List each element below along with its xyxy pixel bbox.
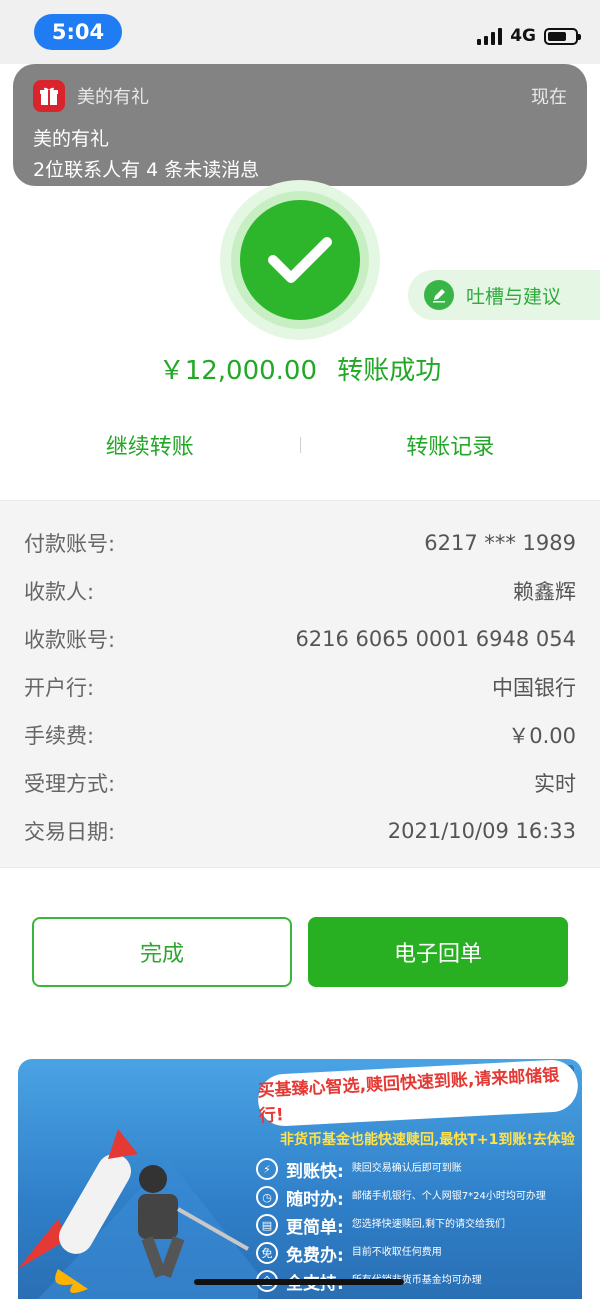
ad-feature-desc: 目前不收取任何费用 [351, 1247, 442, 1258]
detail-label: 收款账号: [24, 628, 116, 652]
detail-value: 2021/10/09 16:33 [387, 819, 576, 843]
ad-feature-title: 到账快: [286, 1161, 344, 1182]
feedback-button[interactable]: 吐槽与建议 [408, 270, 600, 320]
notification-title: 美的有礼 [33, 128, 110, 150]
ad-feature: 免 免费办: 目前不收取任何费用 [256, 1239, 576, 1267]
detail-label: 交易日期: [24, 820, 116, 844]
rocket-illustration [18, 1129, 258, 1299]
detail-row-date: 交易日期: 2021/10/09 16:33 [24, 807, 576, 855]
detail-row-method: 受理方式: 实时 [24, 759, 576, 807]
ad-features: ⚡ 到账快: 赎回交易确认后即可到账 ◷ 随时办: 邮储手机银行、个人网银7*2… [256, 1155, 576, 1295]
home-indicator[interactable] [194, 1279, 404, 1285]
document-icon: ▤ [256, 1214, 278, 1236]
transfer-amount: ￥12,000.00 [158, 356, 318, 386]
status-indicators: 4G [477, 24, 581, 48]
ad-feature-desc: 您选择快速赎回,剩下的请交给我们 [351, 1219, 505, 1230]
transfer-status: 转账成功 [337, 356, 442, 386]
detail-label: 受理方式: [24, 772, 116, 796]
gift-app-icon [33, 80, 65, 112]
feedback-label: 吐槽与建议 [466, 285, 562, 308]
detail-value: 中国银行 [492, 676, 576, 700]
notification-header: 美的有礼 现在 [33, 80, 567, 112]
detail-value: 实时 [534, 772, 576, 796]
success-check-icon [240, 200, 360, 320]
free-icon: 免 [256, 1242, 278, 1264]
detail-row-payer-account: 付款账号: 6217 *** 1989 [24, 519, 576, 567]
ad-feature-title: 随时办: [286, 1189, 344, 1210]
ad-headline: 买基臻心智选,赎回快速到账,请来邮储银行! [256, 1059, 580, 1128]
transfer-result: ￥12,000.00 转账成功 [0, 350, 600, 387]
detail-row-fee: 手续费: ￥0.00 [24, 711, 576, 759]
done-button[interactable]: 完成 [32, 917, 292, 987]
notification-app-name: 美的有礼 [77, 87, 149, 108]
detail-label: 付款账号: [24, 532, 116, 556]
detail-label: 收款人: [24, 580, 95, 604]
detail-row-payee-account: 收款账号: 6216 6065 0001 6948 054 [24, 615, 576, 663]
detail-label: 开户行: [24, 676, 95, 700]
detail-row-bank: 开户行: 中国银行 [24, 663, 576, 711]
notification-banner[interactable]: 美的有礼 现在 美的有礼 2位联系人有 4 条未读消息 [13, 64, 587, 186]
ad-subtitle: 非货币基金也能快速赎回,最快T+1到账!去体验 [280, 1132, 575, 1148]
detail-value: ￥0.00 [508, 724, 576, 748]
network-type: 4G [510, 26, 536, 46]
ad-feature: ◷ 随时办: 邮储手机银行、个人网银7*24小时均可办理 [256, 1183, 576, 1211]
battery-icon [544, 27, 581, 45]
signal-icon [477, 27, 503, 45]
ad-feature-title: 更简单: [286, 1217, 344, 1238]
status-time[interactable]: 5:04 [34, 14, 122, 50]
notification-time: 现在 [531, 87, 567, 108]
transfer-records-link[interactable]: 转账记录 [301, 429, 600, 461]
transfer-details: 付款账号: 6217 *** 1989 收款人: 赖鑫辉 收款账号: 6216 … [0, 500, 600, 868]
clock-icon: ◷ [256, 1186, 278, 1208]
status-bar: 5:04 4G [0, 0, 600, 64]
notification-body: 2位联系人有 4 条未读消息 [33, 159, 260, 181]
ad-banner[interactable]: 广告 买基臻心智选,赎回快速到账,请来邮储银行! 非货币基金也能快速赎回,最快T… [18, 1059, 582, 1299]
detail-row-payee: 收款人: 赖鑫辉 [24, 567, 576, 615]
detail-value: 赖鑫辉 [513, 580, 576, 604]
ad-feature-desc: 赎回交易确认后即可到账 [351, 1163, 462, 1174]
continue-transfer-link[interactable]: 继续转账 [0, 429, 300, 461]
detail-value: 6217 *** 1989 [424, 531, 576, 555]
action-links: 继续转账 转账记录 [0, 420, 600, 470]
ad-feature: ▤ 更简单: 您选择快速赎回,剩下的请交给我们 [256, 1211, 576, 1239]
detail-value: 6216 6065 0001 6948 054 [295, 627, 576, 651]
ad-feature: ⚡ 到账快: 赎回交易确认后即可到账 [256, 1155, 576, 1183]
ad-feature-title: 免费办: [286, 1245, 344, 1266]
e-receipt-button[interactable]: 电子回单 [308, 917, 568, 987]
detail-label: 手续费: [24, 724, 95, 748]
pencil-icon [424, 280, 454, 310]
lightning-icon: ⚡ [256, 1158, 278, 1180]
ad-feature-desc: 邮储手机银行、个人网银7*24小时均可办理 [351, 1191, 546, 1202]
